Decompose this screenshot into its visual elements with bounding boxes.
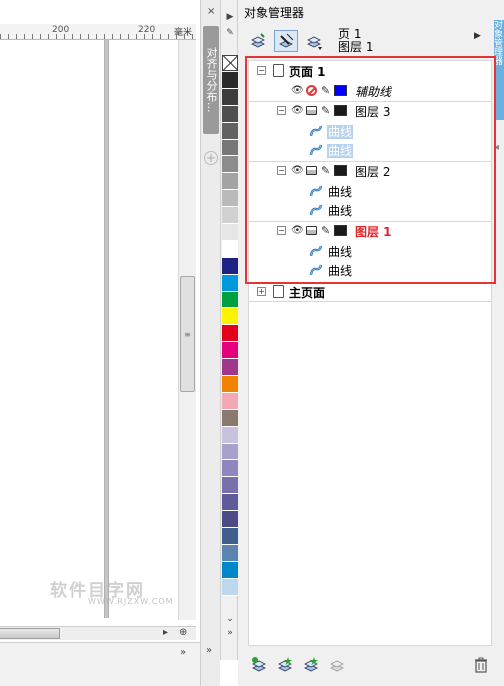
color-swatch[interactable]	[222, 122, 238, 140]
swatch-no-color[interactable]	[222, 55, 238, 71]
ruler-ticks	[0, 34, 196, 39]
color-swatch[interactable]	[222, 257, 238, 275]
horizontal-scroll-thumb[interactable]	[0, 628, 60, 639]
color-swatch[interactable]	[222, 173, 238, 191]
color-swatch[interactable]	[222, 561, 238, 579]
new-master-layer-odd-button[interactable]	[298, 654, 324, 676]
object-manager-bottom-toolbar	[246, 652, 496, 678]
tab-align-distribute[interactable]: 对齐与分布...	[203, 26, 219, 134]
watermark-url: WWW.RJZXW.COM	[88, 597, 174, 606]
color-swatch[interactable]	[222, 494, 238, 512]
edit-across-layers-button[interactable]	[274, 30, 298, 52]
new-master-layer-all-button[interactable]	[272, 654, 298, 676]
zoom-navigator-icon[interactable]: ⊕	[179, 627, 187, 638]
palette-expand-icon[interactable]: »	[221, 628, 239, 638]
color-swatch[interactable]	[222, 156, 238, 174]
edit-layers-icon	[279, 33, 294, 48]
object-tree-empty-area[interactable]	[248, 302, 492, 646]
new-layer-button[interactable]	[246, 654, 272, 676]
color-swatch[interactable]	[222, 460, 238, 478]
close-docker-icon[interactable]: ×	[207, 6, 215, 17]
color-swatch[interactable]	[222, 342, 238, 360]
vertical-scrollbar[interactable]: ≡	[178, 40, 196, 620]
expand-master-page-icon[interactable]: +	[257, 287, 266, 296]
add-docker-icon[interactable]: +	[204, 151, 218, 165]
horizontal-ruler[interactable]: 200 220 毫米	[0, 24, 196, 40]
color-swatch[interactable]	[222, 72, 238, 89]
color-swatch[interactable]	[222, 528, 238, 545]
current-layer: 图层 1	[338, 40, 374, 54]
layer-manager-view-button[interactable]	[302, 30, 326, 52]
color-swatch[interactable]	[222, 207, 238, 225]
color-swatch[interactable]	[222, 190, 238, 208]
highlight-annotation-box	[245, 56, 496, 284]
color-swatch[interactable]	[222, 578, 238, 596]
delete-button[interactable]	[468, 654, 494, 676]
color-swatch[interactable]	[222, 291, 238, 309]
horizontal-scrollbar[interactable]: ▸ ⊕	[0, 626, 196, 640]
tree-row-master-page[interactable]: + 主页面	[249, 283, 491, 301]
docker-menu-icon[interactable]: ▶	[474, 31, 481, 41]
color-swatch[interactable]	[222, 325, 238, 343]
eyedropper-icon[interactable]: ✎	[221, 28, 239, 38]
palette-scroll-down-icon[interactable]: ⌄	[221, 614, 239, 624]
color-swatch[interactable]	[222, 426, 238, 444]
swatch-list	[222, 72, 238, 596]
docker-scroll-icon[interactable]: »	[206, 645, 212, 656]
new-layer-icon	[252, 657, 266, 672]
scroll-right-icon[interactable]: ▸	[163, 627, 168, 638]
layer-view-icon	[307, 36, 322, 50]
master-page-label: 主页面	[289, 286, 326, 300]
color-swatch[interactable]	[222, 443, 238, 461]
page-edge-guide	[104, 40, 109, 618]
vertical-scroll-thumb[interactable]: ≡	[180, 276, 195, 392]
color-swatch[interactable]	[222, 392, 238, 410]
status-bar: »	[0, 642, 200, 686]
layers-properties-icon	[251, 33, 265, 48]
new-master-layer-even-button[interactable]	[324, 654, 350, 676]
color-swatch[interactable]	[222, 105, 238, 123]
status-expand-icon[interactable]: »	[180, 647, 186, 658]
color-swatch[interactable]	[222, 376, 238, 393]
current-page-info: 页 1 图层 1	[338, 28, 373, 54]
drawing-canvas[interactable]: 200 220 毫米 ≡ 软件目字网 WWW.RJZXW.COM ▸ ⊕ »	[0, 0, 200, 686]
color-swatch[interactable]	[222, 511, 238, 529]
color-swatch[interactable]	[222, 88, 238, 106]
color-swatch[interactable]	[222, 409, 238, 427]
color-swatch[interactable]	[222, 308, 238, 326]
color-swatch[interactable]	[222, 359, 238, 377]
trash-icon	[475, 657, 487, 673]
color-swatch[interactable]	[222, 544, 238, 562]
color-swatch[interactable]	[222, 139, 238, 157]
color-swatch[interactable]	[222, 240, 238, 258]
show-properties-button[interactable]	[246, 30, 270, 52]
docker-tab-strip: × 对齐与分布... + »	[200, 0, 220, 686]
new-master-layer-icon	[278, 657, 292, 672]
object-manager-toolbar	[246, 30, 326, 54]
docker-title: 对象管理器	[244, 6, 305, 20]
color-palette: ▶ ✎ ⌄ »	[220, 0, 238, 660]
color-swatch[interactable]	[222, 477, 238, 495]
new-master-layer-even-icon	[330, 660, 344, 672]
color-swatch[interactable]	[222, 224, 238, 241]
color-swatch[interactable]	[222, 274, 238, 292]
new-master-layer-odd-icon	[304, 657, 318, 672]
page-icon	[273, 285, 284, 298]
palette-menu-icon[interactable]: ▶	[221, 12, 239, 22]
